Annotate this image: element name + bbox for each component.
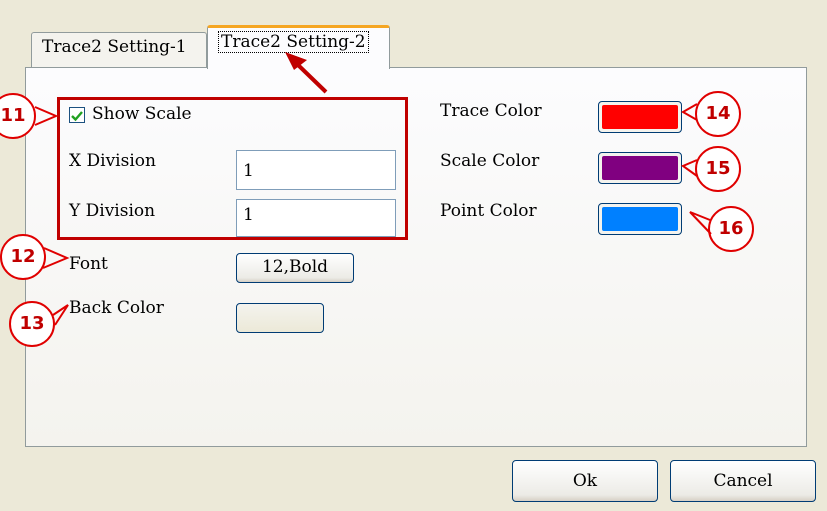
point-color-label: Point Color: [440, 201, 537, 221]
tab-label: Trace2 Setting-1: [42, 37, 187, 57]
callout-14: 14: [695, 91, 741, 137]
font-label: Font: [69, 254, 108, 274]
tab-label: Trace2 Setting-2: [218, 31, 369, 53]
tab-trace2-setting-2[interactable]: Trace2 Setting-2: [207, 25, 390, 69]
trace-color-label: Trace Color: [440, 101, 542, 121]
annotation-highlight-box: [57, 97, 408, 240]
callout-16: 16: [708, 206, 754, 252]
scale-color-button[interactable]: [598, 152, 682, 184]
cancel-button[interactable]: Cancel: [670, 460, 816, 502]
callout-12: 12: [0, 234, 46, 280]
scale-color-label: Scale Color: [440, 151, 540, 171]
back-color-button[interactable]: [236, 303, 324, 333]
ok-button[interactable]: Ok: [512, 460, 658, 502]
back-color-label: Back Color: [69, 298, 164, 318]
callout-13: 13: [9, 301, 55, 347]
scale-color-swatch: [602, 156, 678, 180]
point-color-swatch: [602, 207, 678, 231]
trace-color-button[interactable]: [598, 101, 682, 133]
font-button[interactable]: 12,Bold: [236, 253, 354, 283]
tab-trace2-setting-1[interactable]: Trace2 Setting-1: [31, 32, 207, 68]
trace-color-swatch: [602, 105, 678, 129]
callout-15: 15: [695, 146, 741, 192]
point-color-button[interactable]: [598, 203, 682, 235]
